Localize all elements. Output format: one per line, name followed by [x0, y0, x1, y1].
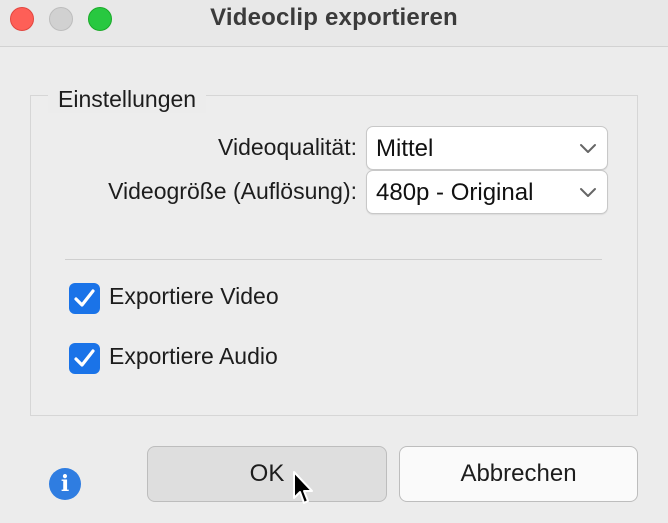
export-audio-checkbox[interactable] [69, 343, 100, 374]
export-video-label: Exportiere Video [109, 283, 279, 309]
video-quality-label: Videoqualität: [218, 134, 357, 160]
video-quality-value: Mittel [376, 135, 434, 162]
settings-divider [65, 259, 602, 260]
cancel-button[interactable]: Abbrechen [399, 446, 638, 502]
chevron-down-icon [580, 188, 596, 197]
chevron-down-icon [580, 144, 596, 153]
video-size-label: Videogröße (Auflösung): [108, 178, 357, 204]
settings-group-label: Einstellungen [48, 86, 207, 113]
mouse-pointer-icon [293, 471, 313, 504]
window-title: Videoclip exportieren [210, 4, 458, 31]
info-icon[interactable]: i [49, 468, 81, 500]
export-video-checkbox[interactable] [69, 283, 100, 314]
checkmark-icon [74, 349, 95, 367]
export-audio-label: Exportiere Audio [109, 343, 278, 369]
video-size-value: 480p - Original [376, 179, 534, 206]
checkmark-icon [74, 289, 95, 307]
video-size-select[interactable]: 480p - Original [366, 170, 608, 214]
ok-button[interactable]: OK [147, 446, 387, 502]
video-quality-select[interactable]: Mittel [366, 126, 608, 170]
title-bar: Videoclip exportieren [0, 0, 668, 47]
